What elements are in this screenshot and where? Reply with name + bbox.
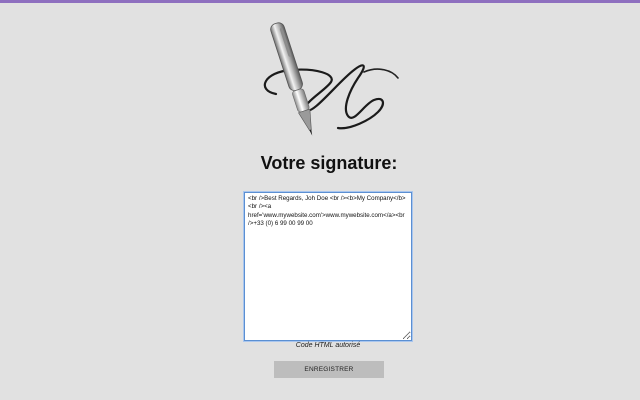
pen-signature-icon <box>263 22 399 136</box>
html-allowed-hint: Code HTML autorisé <box>295 342 361 349</box>
top-accent-bar <box>0 0 640 3</box>
save-button[interactable]: ENREGISTRER <box>274 361 384 378</box>
page-title: Votre signature: <box>260 153 398 173</box>
signature-field-container <box>244 192 412 341</box>
signature-textarea[interactable] <box>244 192 412 341</box>
